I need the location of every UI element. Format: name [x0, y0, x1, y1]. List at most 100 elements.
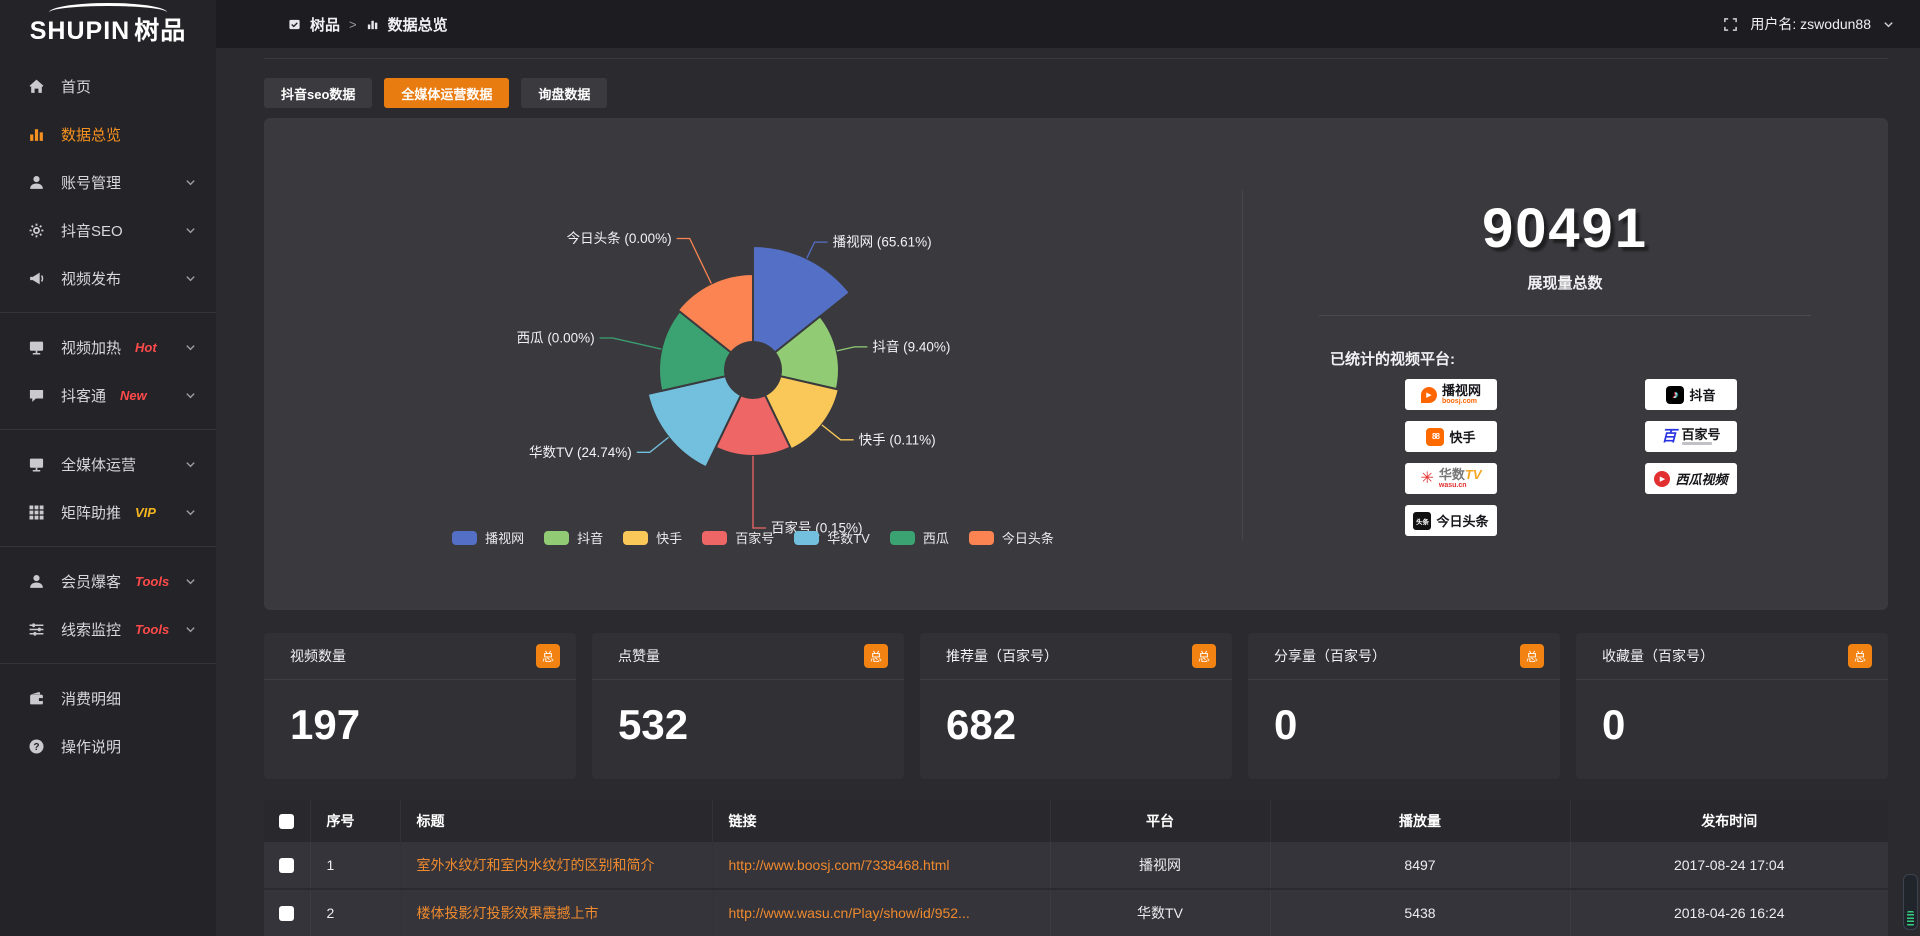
topbar: SHUPIN树品 树品 > 数据总览 用户名: zswodun88 [0, 0, 1920, 48]
sidebar-item-矩阵助推[interactable]: 矩阵助推VIP [0, 488, 216, 536]
sidebar-item-label: 首页 [61, 76, 91, 97]
user-icon [28, 573, 48, 590]
sidebar-item-label: 线索监控 [61, 619, 121, 640]
select-all-checkbox[interactable] [279, 814, 294, 829]
stat-card-收藏量（百家号）: 收藏量（百家号）总0 [1576, 633, 1888, 779]
sidebar-item-全媒体运营[interactable]: 全媒体运营 [0, 440, 216, 488]
cell-index: 2 [310, 889, 400, 936]
app-logo[interactable]: SHUPIN树品 [0, 0, 216, 48]
sidebar-item-label: 账号管理 [61, 172, 121, 193]
row-checkbox[interactable] [279, 906, 294, 921]
sidebar-item-首页[interactable]: 首页 [0, 62, 216, 110]
total-badge[interactable]: 总 [864, 644, 888, 668]
chevron-down-icon [185, 459, 196, 470]
total-impressions-label: 展现量总数 [1242, 272, 1888, 293]
chevron-down-icon[interactable] [1883, 19, 1894, 30]
pie-label-播视网: 播视网 (65.61%) [833, 235, 932, 250]
scrollbar-widget[interactable] [1903, 874, 1918, 930]
logo-arc [49, 3, 167, 22]
legend-swatch [623, 531, 648, 545]
video-table-card: 序号标题链接平台播放量发布时间1室外水纹灯和室内水纹灯的区别和简介http://… [264, 800, 1888, 936]
cell-time: 2018-04-26 16:24 [1570, 889, 1888, 936]
column-header-平台: 平台 [1050, 800, 1270, 842]
chevron-down-icon [185, 225, 196, 236]
sidebar-item-视频发布[interactable]: 视频发布 [0, 254, 216, 302]
row-checkbox[interactable] [279, 858, 294, 873]
column-header-发布时间: 发布时间 [1570, 800, 1888, 842]
total-badge[interactable]: 总 [1848, 644, 1872, 668]
sidebar-divider [0, 429, 216, 430]
platform-badge-西瓜视频: ▶西瓜视频 [1645, 463, 1737, 494]
stat-card-value: 0 [1576, 680, 1888, 746]
sidebar-divider [0, 663, 216, 664]
chevron-down-icon [185, 507, 196, 518]
tab-抖音seo数据[interactable]: 抖音seo数据 [264, 78, 372, 108]
grid-icon [28, 504, 48, 521]
username-label[interactable]: 用户名: zswodun88 [1750, 14, 1871, 34]
chart-icon [28, 126, 48, 143]
stat-card-value: 532 [592, 680, 904, 746]
total-badge[interactable]: 总 [1192, 644, 1216, 668]
sidebar-item-线索监控[interactable]: 线索监控 Tools [0, 605, 216, 653]
legend-item-华数TV[interactable]: 华数TV [794, 528, 870, 547]
sidebar-item-tag: Hot [135, 340, 157, 355]
fullscreen-icon[interactable] [1723, 17, 1738, 32]
svg-text:?: ? [33, 742, 39, 753]
pie-leader-line [677, 239, 712, 284]
baijiahao-logo-icon: 百 [1661, 429, 1676, 444]
sidebar-item-账号管理[interactable]: 账号管理 [0, 158, 216, 206]
stat-card-推荐量（百家号）: 推荐量（百家号）总682 [920, 633, 1232, 779]
sidebar-item-label: 消费明细 [61, 688, 121, 709]
legend-item-播视网[interactable]: 播视网 [452, 528, 524, 547]
stat-card-value: 197 [264, 680, 576, 746]
chevron-down-icon [185, 273, 196, 284]
stat-card-header: 点赞量总 [592, 633, 904, 680]
sidebar-item-数据总览[interactable]: 数据总览 [0, 110, 216, 158]
tab-全媒体运营数据[interactable]: 全媒体运营数据 [384, 78, 509, 108]
cell-url-link[interactable]: http://www.boosj.com/7338468.html [712, 842, 1050, 889]
pie-leader-line [753, 456, 766, 528]
wasu-logo-icon: ✳ [1420, 471, 1433, 487]
total-badge[interactable]: 总 [536, 644, 560, 668]
sidebar-item-会员爆客[interactable]: 会员爆客Tools [0, 557, 216, 605]
select-all-cell [264, 800, 310, 842]
sidebar-item-操作说明[interactable]: ?操作说明 [0, 722, 216, 770]
sidebar-item-label: 会员爆客 [61, 571, 121, 592]
sidebar-item-label: 矩阵助推 [61, 502, 121, 523]
cell-title-link[interactable]: 室外水纹灯和室内水纹灯的区别和简介 [400, 842, 712, 889]
legend-item-今日头条[interactable]: 今日头条 [969, 528, 1054, 547]
breadcrumb-item[interactable]: 树品 [310, 14, 340, 35]
legend-label: 抖音 [577, 528, 603, 547]
content-top-divider [264, 58, 1888, 59]
sidebar-item-消费明细[interactable]: 消费明细 [0, 674, 216, 722]
stat-card-label: 视频数量 [290, 646, 346, 666]
cell-title-link[interactable]: 楼体投影灯投影效果震撼上市 [400, 889, 712, 936]
topbar-right: 用户名: zswodun88 [1723, 14, 1894, 34]
sidebar-item-抖音SEO[interactable]: 抖音SEO [0, 206, 216, 254]
breadcrumb-page-icon [366, 18, 379, 31]
video-table: 序号标题链接平台播放量发布时间1室外水纹灯和室内水纹灯的区别和简介http://… [264, 800, 1888, 936]
sidebar-item-tag: New [120, 388, 147, 403]
pie-label-华数TV: 华数TV (24.74%) [529, 445, 632, 460]
sidebar-item-抖客通[interactable]: 抖客通New [0, 371, 216, 419]
legend-item-抖音[interactable]: 抖音 [544, 528, 603, 547]
cell-time: 2017-08-24 17:04 [1570, 842, 1888, 889]
sidebar-item-tag: Tools [135, 622, 169, 637]
legend-item-百家号[interactable]: 百家号 [702, 528, 774, 547]
pie-label-快手: 快手 (0.11%) [859, 432, 936, 447]
douyin-logo-icon: ♪ [1666, 386, 1684, 404]
legend-label: 播视网 [485, 528, 524, 547]
question-icon: ? [28, 738, 48, 755]
total-badge[interactable]: 总 [1520, 644, 1544, 668]
tab-询盘数据[interactable]: 询盘数据 [521, 78, 607, 108]
pie-leader-line [600, 338, 662, 349]
stat-card-header: 收藏量（百家号）总 [1576, 633, 1888, 680]
legend-item-西瓜[interactable]: 西瓜 [890, 528, 949, 547]
sidebar-item-视频加热[interactable]: 视频加热Hot [0, 323, 216, 371]
sidebar-divider [0, 312, 216, 313]
stat-card-header: 推荐量（百家号）总 [920, 633, 1232, 680]
legend-item-快手[interactable]: 快手 [623, 528, 682, 547]
cell-url-link[interactable]: http://www.wasu.cn/Play/show/id/952... [712, 889, 1050, 936]
sidebar-item-label: 全媒体运营 [61, 454, 136, 475]
chevron-down-icon [185, 177, 196, 188]
